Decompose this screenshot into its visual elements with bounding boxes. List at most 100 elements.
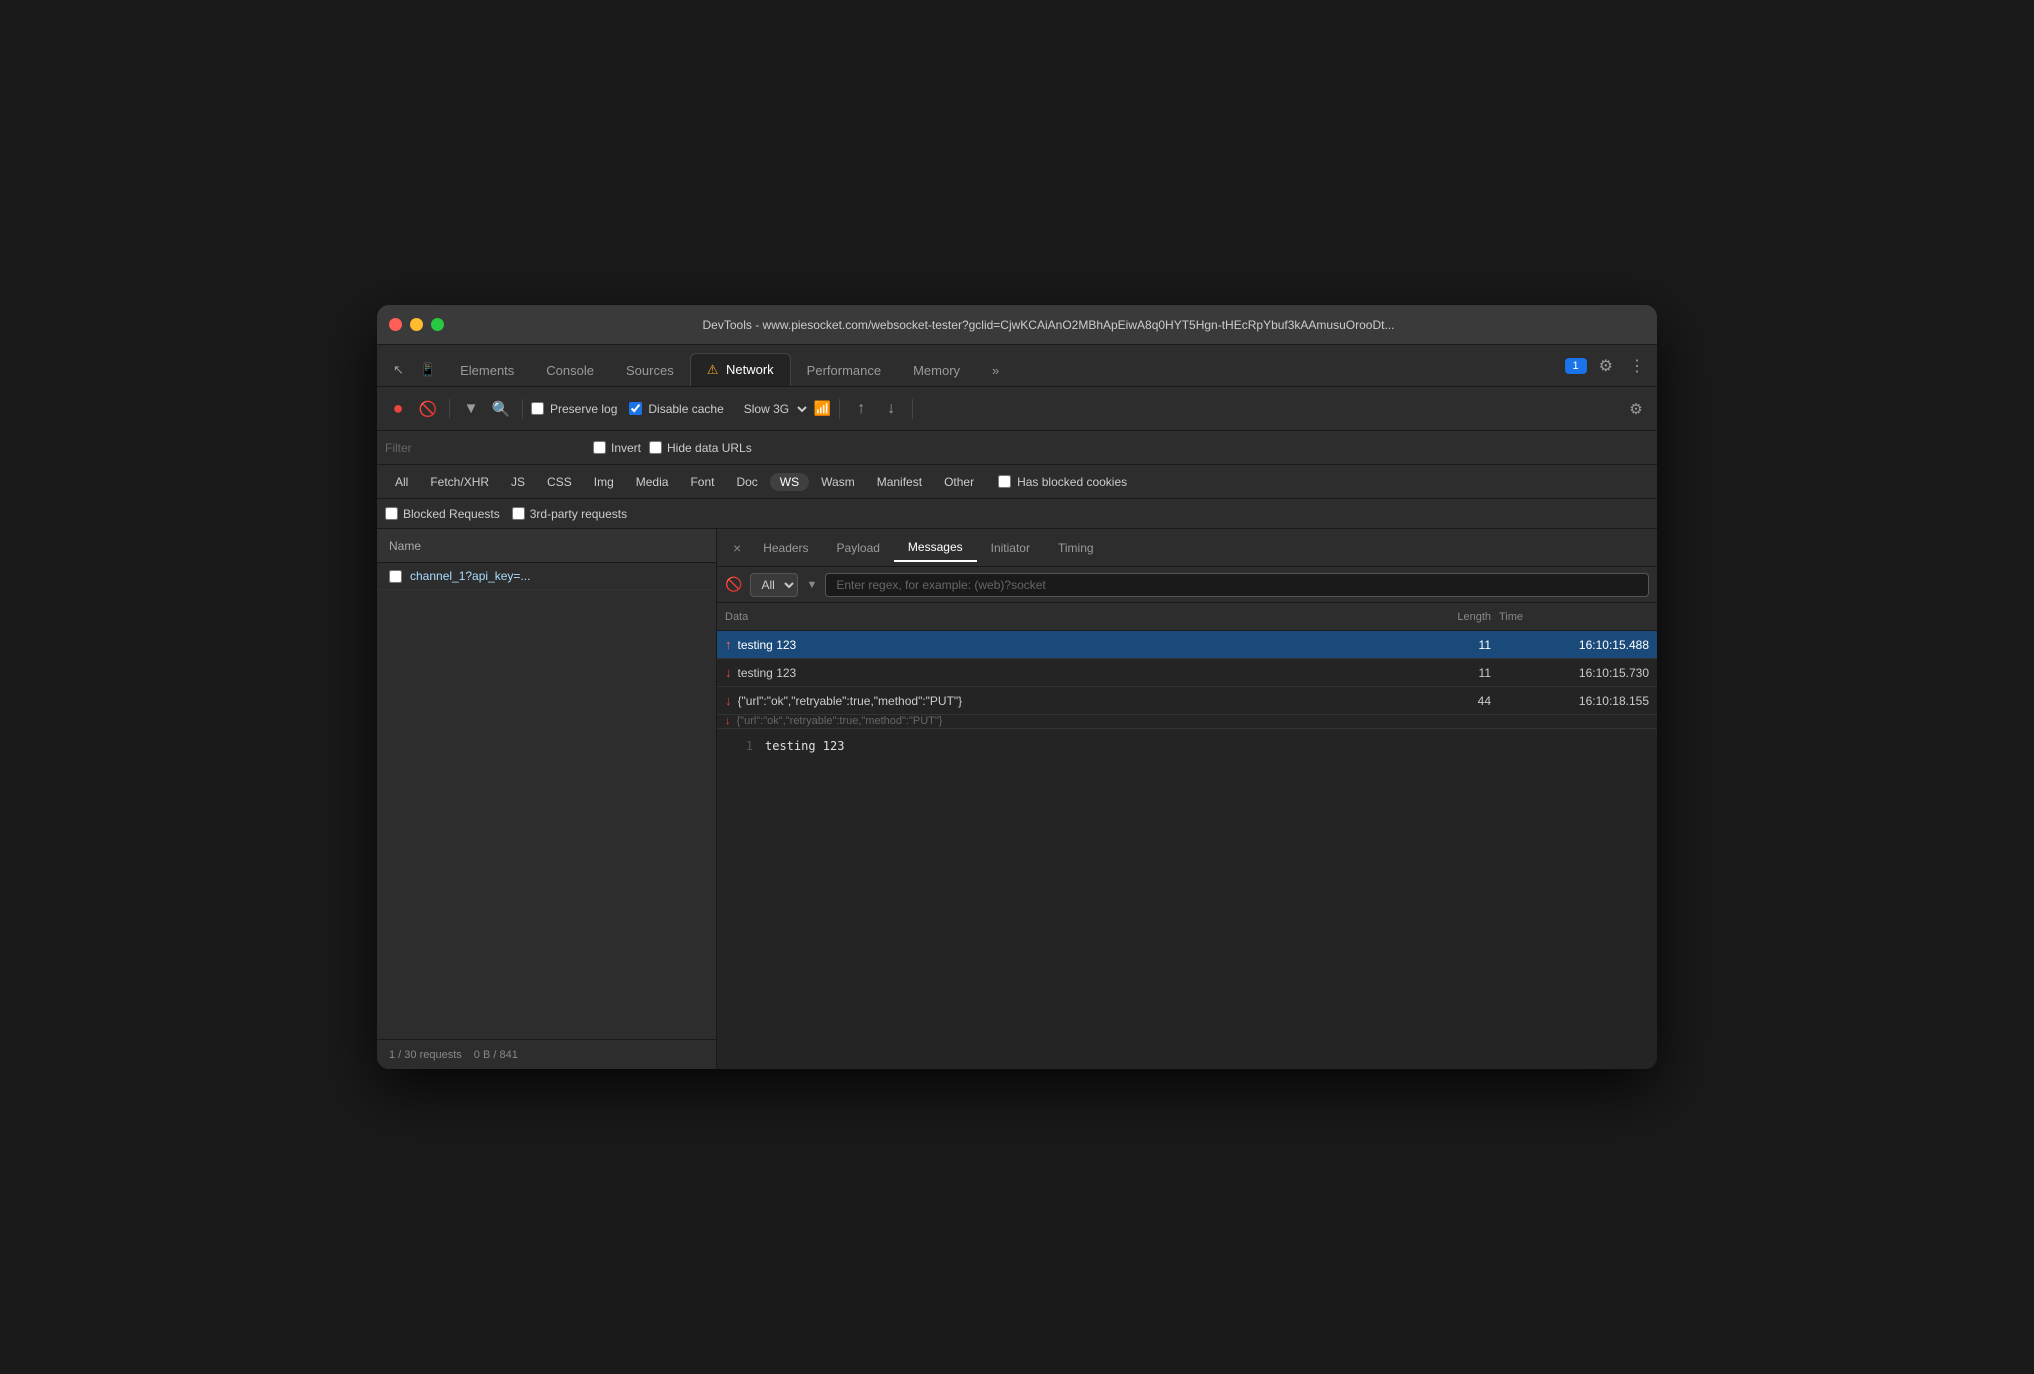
toolbar-sep-2 bbox=[522, 399, 523, 419]
preserve-log-checkbox[interactable] bbox=[531, 402, 544, 415]
warning-icon: ⚠ bbox=[707, 362, 719, 377]
type-btn-css[interactable]: CSS bbox=[537, 473, 582, 491]
detail-tab-headers[interactable]: Headers bbox=[749, 535, 822, 561]
record-icon: ● bbox=[393, 398, 404, 419]
tab-cursor-tool[interactable]: ↖ bbox=[385, 354, 412, 386]
download-button[interactable]: ↓ bbox=[878, 396, 904, 422]
tab-console[interactable]: Console bbox=[530, 355, 610, 386]
clear-button[interactable]: 🚫 bbox=[415, 396, 441, 422]
type-btn-manifest[interactable]: Manifest bbox=[867, 473, 932, 491]
record-button[interactable]: ● bbox=[385, 396, 411, 422]
request-checkbox[interactable] bbox=[389, 570, 402, 583]
message-row[interactable]: ↓ testing 123 11 16:10:15.730 bbox=[717, 659, 1657, 687]
stop-icon[interactable]: 🚫 bbox=[725, 576, 742, 593]
invert-checkbox[interactable] bbox=[593, 441, 606, 454]
more-options-icon[interactable]: ⋮ bbox=[1625, 354, 1649, 378]
disable-cache-option[interactable]: Disable cache bbox=[629, 402, 723, 416]
tab-sources[interactable]: Sources bbox=[610, 355, 690, 386]
disable-cache-checkbox[interactable] bbox=[629, 402, 642, 415]
invert-option[interactable]: Invert bbox=[593, 441, 641, 455]
minimize-button[interactable] bbox=[410, 318, 423, 331]
notification-badge[interactable]: 1 bbox=[1565, 358, 1587, 374]
message-preview-panel: 1 testing 123 bbox=[717, 729, 1657, 1069]
receive-arrow-icon: ↓ bbox=[725, 715, 731, 727]
send-arrow-icon: ↑ bbox=[725, 637, 732, 652]
devtools-window: DevTools - www.piesocket.com/websocket-t… bbox=[377, 305, 1657, 1069]
upload-icon: ↑ bbox=[857, 400, 865, 418]
message-row[interactable]: ↓ {"url":"ok","retryable":true,"method":… bbox=[717, 687, 1657, 715]
filter-input[interactable] bbox=[385, 441, 585, 455]
msg-data-cell: ↓ {"url":"ok","retryable":true,"method":… bbox=[725, 715, 1379, 727]
type-btn-fetch-xhr[interactable]: Fetch/XHR bbox=[420, 473, 499, 491]
third-party-checkbox[interactable] bbox=[512, 507, 525, 520]
message-row-partial[interactable]: ↓ {"url":"ok","retryable":true,"method":… bbox=[717, 715, 1657, 729]
requests-empty-space bbox=[377, 590, 716, 1039]
message-filter-bar: 🚫 All ▼ bbox=[717, 567, 1657, 603]
hide-data-urls-option[interactable]: Hide data URLs bbox=[649, 441, 752, 455]
msg-time: 16:10:18.155 bbox=[1499, 694, 1649, 708]
filter-button[interactable]: ▼ bbox=[458, 396, 484, 422]
message-row[interactable]: ↑ testing 123 11 16:10:15.488 bbox=[717, 631, 1657, 659]
preserve-log-option[interactable]: Preserve log bbox=[531, 402, 617, 416]
detail-tab-messages[interactable]: Messages bbox=[894, 534, 977, 562]
col-header-data: Data bbox=[725, 611, 1379, 623]
msg-data-cell: ↓ {"url":"ok","retryable":true,"method":… bbox=[725, 693, 1379, 708]
search-button[interactable]: 🔍 bbox=[488, 396, 514, 422]
detail-tab-timing[interactable]: Timing bbox=[1044, 535, 1108, 561]
close-detail-button[interactable]: × bbox=[725, 536, 749, 560]
blocked-requests-checkbox[interactable] bbox=[385, 507, 398, 520]
titlebar: DevTools - www.piesocket.com/websocket-t… bbox=[377, 305, 1657, 345]
type-btn-all[interactable]: All bbox=[385, 473, 418, 491]
receive-arrow-icon: ↓ bbox=[725, 665, 732, 680]
preview-content: testing 123 bbox=[765, 739, 844, 1059]
download-icon: ↓ bbox=[887, 400, 895, 418]
third-party-option[interactable]: 3rd-party requests bbox=[512, 507, 627, 521]
tab-more[interactable]: » bbox=[976, 355, 1015, 386]
type-btn-font[interactable]: Font bbox=[680, 473, 724, 491]
detail-tab-payload[interactable]: Payload bbox=[823, 535, 894, 561]
request-count: 1 / 30 requests bbox=[389, 1049, 462, 1061]
tab-device-tool[interactable]: 📱 bbox=[412, 354, 444, 386]
tab-network[interactable]: ⚠ Network bbox=[690, 353, 791, 386]
message-filter-input[interactable] bbox=[825, 573, 1649, 597]
network-toolbar: ● 🚫 ▼ 🔍 Preserve log Disable cache Slow … bbox=[377, 387, 1657, 431]
type-btn-js[interactable]: JS bbox=[501, 473, 535, 491]
settings-icon[interactable]: ⚙ bbox=[1595, 354, 1617, 378]
has-blocked-cookies-checkbox[interactable] bbox=[998, 475, 1011, 488]
detail-tabbar: × Headers Payload Messages Initiator Tim… bbox=[717, 529, 1657, 567]
device-icon: 📱 bbox=[420, 362, 436, 377]
tab-elements[interactable]: Elements bbox=[444, 355, 530, 386]
upload-button[interactable]: ↑ bbox=[848, 396, 874, 422]
filter-icon: ▼ bbox=[464, 400, 479, 417]
type-btn-wasm[interactable]: Wasm bbox=[811, 473, 865, 491]
wifi-icon: 📶 bbox=[814, 400, 831, 417]
msg-length: 11 bbox=[1379, 666, 1499, 680]
detail-panel: × Headers Payload Messages Initiator Tim… bbox=[717, 529, 1657, 1069]
close-button[interactable] bbox=[389, 318, 402, 331]
type-btn-img[interactable]: Img bbox=[584, 473, 624, 491]
message-type-select[interactable]: All bbox=[750, 573, 798, 597]
toolbar-sep-3 bbox=[839, 399, 840, 419]
request-row[interactable]: channel_1?api_key=... bbox=[377, 563, 716, 590]
type-btn-doc[interactable]: Doc bbox=[726, 473, 767, 491]
type-filter-bar: All Fetch/XHR JS CSS Img Media Font Doc … bbox=[377, 465, 1657, 499]
settings-gear-icon: ⚙ bbox=[1629, 400, 1642, 418]
network-settings-button[interactable]: ⚙ bbox=[1623, 396, 1649, 422]
throttle-select[interactable]: Slow 3G bbox=[736, 399, 810, 419]
maximize-button[interactable] bbox=[431, 318, 444, 331]
select-arrow-icon: ▼ bbox=[806, 579, 817, 591]
tab-memory[interactable]: Memory bbox=[897, 355, 976, 386]
tab-performance[interactable]: Performance bbox=[791, 355, 897, 386]
detail-tab-initiator[interactable]: Initiator bbox=[977, 535, 1044, 561]
receive-arrow-icon: ↓ bbox=[725, 693, 732, 708]
type-btn-media[interactable]: Media bbox=[626, 473, 679, 491]
blocked-requests-option[interactable]: Blocked Requests bbox=[385, 507, 500, 521]
col-header-time: Time bbox=[1499, 611, 1649, 623]
hide-data-urls-checkbox[interactable] bbox=[649, 441, 662, 454]
window-title: DevTools - www.piesocket.com/websocket-t… bbox=[452, 318, 1645, 332]
tabbar-actions: 1 ⚙ ⋮ bbox=[1565, 354, 1649, 386]
has-blocked-cookies-group: Has blocked cookies bbox=[998, 475, 1127, 489]
type-btn-ws[interactable]: WS bbox=[770, 473, 809, 491]
filter-bar: Invert Hide data URLs bbox=[377, 431, 1657, 465]
type-btn-other[interactable]: Other bbox=[934, 473, 984, 491]
